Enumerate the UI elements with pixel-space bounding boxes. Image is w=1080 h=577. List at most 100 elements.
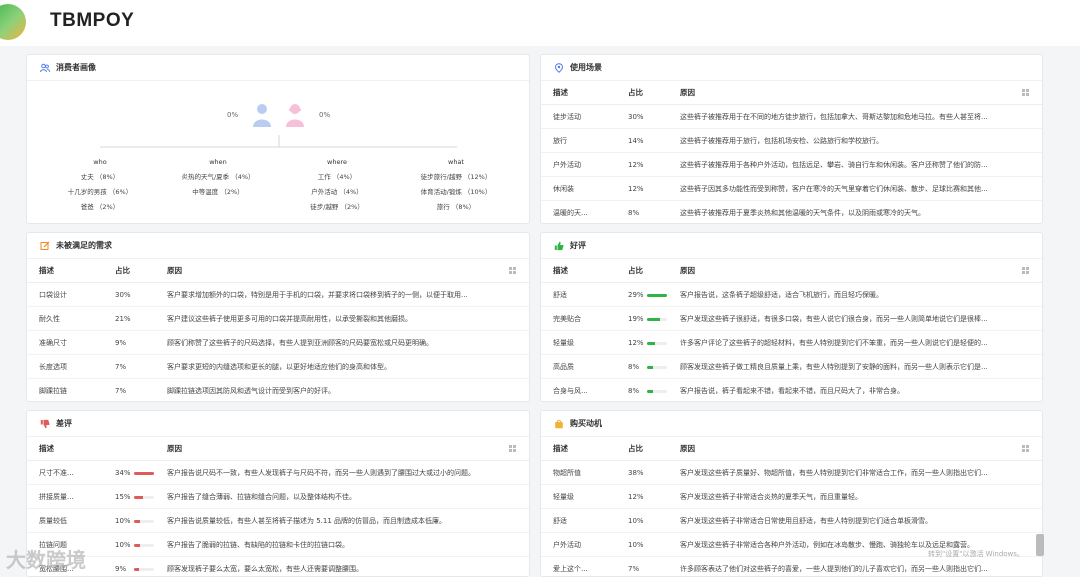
windows-activation-text: 转到"设置"以激活 Windows。 — [928, 550, 1024, 558]
percent-bar — [134, 471, 154, 475]
grid-settings-icon[interactable] — [1022, 88, 1030, 97]
col-desc: 描述 — [553, 444, 568, 453]
percent-bar — [134, 519, 154, 523]
row-reason: 顾客发现这些裤子做工精良且质量上乘，有些人特别提到了安静的面料，而另一些人则表示… — [680, 362, 988, 371]
row-pct: 15% — [115, 492, 131, 501]
usage-title: 使用场景 — [570, 63, 602, 72]
row-desc: 高品质 — [553, 362, 574, 371]
col-pct: 占比 — [115, 266, 130, 275]
positive-title: 好评 — [570, 241, 586, 250]
row-desc: 长度选项 — [39, 362, 67, 371]
app-title: TBMPOY — [50, 10, 135, 31]
row-desc: 质量较低 — [39, 516, 67, 525]
row-desc: 户外活动 — [553, 540, 581, 549]
row-pct: 21% — [115, 314, 131, 323]
table-row: 准确尺寸 9% 顾客们称赞了这些裤子的尺码选择，有些人提到亚洲顾客的尺码要宽松或… — [27, 331, 529, 355]
row-pct: 8% — [628, 362, 640, 371]
persona-col-heading: where — [327, 158, 347, 166]
persona-col-heading: when — [209, 158, 227, 166]
row-desc: 温暖的天... — [553, 208, 588, 217]
row-desc: 旅行 — [553, 136, 567, 145]
col-pct: 占比 — [628, 444, 643, 453]
col-desc: 描述 — [553, 88, 568, 97]
col-reason: 原因 — [167, 444, 182, 453]
negative-table-header: 描述 原因 — [27, 437, 529, 461]
usage-table-header: 描述 占比 原因 — [541, 81, 1042, 105]
row-pct: 9% — [115, 564, 127, 573]
table-row: 耐久性 21% 客户建议这些裤子使用更多可用的口袋并提高耐用性，以承受撕裂和其他… — [27, 307, 529, 331]
grid-settings-icon[interactable] — [509, 444, 517, 453]
percent-bar — [134, 495, 154, 499]
persona-panel: 消费者画像 0% 0% who 丈夫 （8%） 十几岁的男孩 （6%） 爸爸 （… — [26, 54, 530, 224]
row-pct: 7% — [628, 564, 640, 573]
table-row: 长度选项 7% 客户要求更短的内缝选项和更长的腿，以更好地适应他们的身高和体型。 — [27, 355, 529, 379]
row-reason: 这些裤子被推荐用于各种户外活动，包括远足、攀岩、骑自行车和休闲装。客户还称赞了他… — [680, 160, 988, 169]
percent-bar-fill — [134, 567, 139, 571]
unmet-table-header: 描述 占比 原因 — [27, 259, 529, 283]
table-row: 物超所值 38% 客户发现这些裤子质量好、物超所值，有些人特别提到它们非常适合工… — [541, 461, 1042, 485]
row-reason: 客户报告了脆弱的拉链、有缺陷的拉链和卡住的拉链口袋。 — [167, 540, 349, 549]
grid-settings-icon[interactable] — [509, 266, 517, 275]
row-desc: 耐久性 — [39, 314, 60, 323]
row-reason: 客户发现这些裤子质量好、物超所值，有些人特别提到它们非常适合工作，而另一些人则指… — [680, 468, 988, 477]
row-desc: 合身与风... — [553, 386, 588, 395]
percent-bar-fill — [647, 389, 653, 393]
persona-item: 体育活动/锻炼 （10%） — [420, 188, 492, 196]
table-row: 旅行 14% 这些裤子被推荐用于旅行，包括机场安检、公路旅行和学校旅行。 — [541, 129, 1042, 153]
table-row: 合身与风... 8% 客户报告说，裤子看起来不错，看起来不错，而且尺码大了，非常合身… — [541, 379, 1042, 401]
table-row: 尺寸不准... 34% 客户报告说尺码不一致，有些人发现裤子与尺码不符，而另一些人则… — [27, 461, 529, 485]
persona-item: 户外活动 （4%） — [311, 188, 363, 196]
percent-bar — [134, 567, 154, 571]
row-reason: 客户报告说，这条裤子超级舒适，适合飞机旅行，而且轻巧保暖。 — [680, 290, 883, 299]
scrollbar-thumb[interactable] — [1036, 534, 1044, 556]
unmet-header: 未被满足的需求 — [27, 233, 529, 259]
row-reason: 客户报告说质量较低，有些人甚至将裤子描述为 5.11 品牌的仿冒品，而且制造成本… — [167, 516, 447, 525]
col-reason: 原因 — [167, 266, 182, 275]
percent-bar — [647, 293, 667, 297]
row-desc: 准确尺寸 — [39, 338, 67, 347]
persona-item: 炎热的天气/夏季 （4%） — [181, 173, 255, 181]
row-reason: 客户报告说尺码不一致，有些人发现裤子与尺码不符，而另一些人则遇到了腰围过大或过小… — [167, 468, 475, 477]
negative-reviews-panel: 差评 描述 原因 尺寸不准... 34% 客户报告说尺码不一致，有些人发现裤子与尺码… — [26, 410, 530, 577]
row-reason: 许多客户评论了这些裤子的超轻材料，有些人特别提到它们不笨重，而另一些人则说它们是… — [680, 338, 988, 347]
row-reason: 客户报告了缝合薄弱、拉链和缝合问题，以及整体结构不佳。 — [167, 492, 356, 501]
col-desc: 描述 — [39, 444, 54, 453]
table-row: 爱上这个... 7% 许多顾客表达了他们对这些裤子的喜爱，一些人提到他们的儿子喜… — [541, 557, 1042, 576]
percent-bar-fill — [647, 293, 667, 297]
grid-settings-icon[interactable] — [1022, 266, 1030, 275]
row-reason: 客户发现这些裤子非常适合各种户外活动，例如在冰岛散步、慢跑、骑独轮车以及远足和露… — [680, 540, 974, 549]
row-desc: 拼接质量... — [39, 492, 74, 501]
table-row: 脚踝拉链 7% 脚踝拉链选项因其防风和透气设计而受到客户的好评。 — [27, 379, 529, 401]
row-reason: 客户要求更短的内缝选项和更长的腿，以更好地适应他们的身高和体型。 — [167, 362, 391, 371]
persona-item: 十几岁的男孩 （6%） — [67, 188, 133, 196]
percent-bar — [647, 341, 667, 345]
col-desc: 描述 — [39, 266, 54, 275]
table-row: 户外活动 12% 这些裤子被推荐用于各种户外活动，包括远足、攀岩、骑自行车和休闲… — [541, 153, 1042, 177]
row-desc: 舒适 — [553, 290, 567, 299]
row-desc: 舒适 — [553, 516, 567, 525]
row-pct: 10% — [115, 540, 131, 549]
row-pct: 10% — [628, 516, 644, 525]
persona-item: 徒步旅行/越野 （12%） — [420, 173, 492, 181]
col-desc: 描述 — [553, 266, 568, 275]
persona-item: 中等温度 （2%） — [192, 188, 244, 196]
row-desc: 户外活动 — [553, 160, 581, 169]
col-reason: 原因 — [680, 266, 695, 275]
positive-table-header: 描述 占比 原因 — [541, 259, 1042, 283]
table-row: 轻量级 12% 许多客户评论了这些裤子的超轻材料，有些人特别提到它们不笨重，而另一些… — [541, 331, 1042, 355]
table-row: 徒步活动 30% 这些裤子被推荐用于在不同的地方徒步旅行，包括加拿大、哥斯达黎加… — [541, 105, 1042, 129]
percent-bar — [134, 543, 154, 547]
grid-settings-icon[interactable] — [1022, 444, 1030, 453]
table-row: 轻量级 12% 客户发现这些裤子非常适合炎热的夏季天气，而且重量轻。 — [541, 485, 1042, 509]
percent-bar-fill — [134, 519, 140, 523]
location-pin-icon — [554, 62, 564, 73]
row-pct: 10% — [628, 540, 644, 549]
row-pct: 9% — [115, 338, 127, 347]
persona-item: 旅行 （8%） — [436, 203, 476, 211]
table-row: 完美贴合 19% 客户发现这些裤子很舒适，有很多口袋，有些人说它们很合身，而另一些人… — [541, 307, 1042, 331]
row-reason: 脚踝拉链选项因其防风和透气设计而受到客户的好评。 — [167, 386, 335, 395]
row-pct: 7% — [115, 386, 127, 395]
row-desc: 脚踝拉链 — [39, 386, 67, 395]
persona-col-heading: who — [93, 158, 107, 166]
row-reason: 客户报告说，裤子看起来不错，看起来不错，而且尺码大了，非常合身。 — [680, 386, 904, 395]
